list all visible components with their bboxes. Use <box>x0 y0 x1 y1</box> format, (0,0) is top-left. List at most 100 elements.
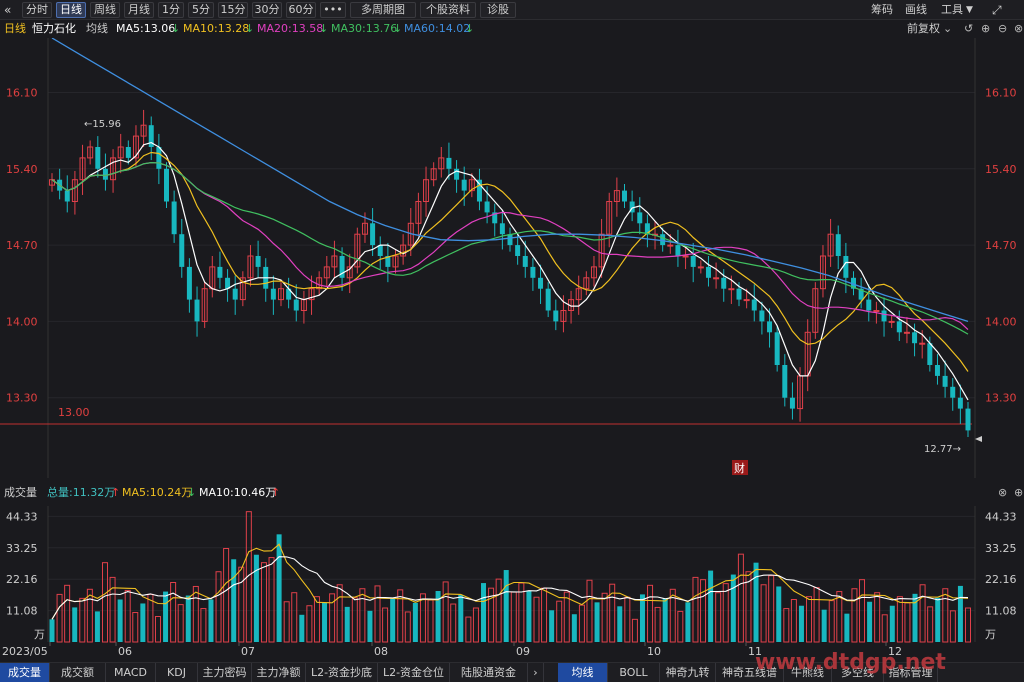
volume-ma10-arrow: ↑ <box>271 486 281 499</box>
chips-button[interactable]: 筹码 <box>871 0 893 20</box>
watermark-text: www.dtdgp.net <box>755 650 946 675</box>
price-chart[interactable]: 16.10 16.10 15.40 15.40 14.70 14.70 14.00 14.00… <box>0 38 1024 484</box>
date-label: 09 <box>516 645 530 658</box>
indicator-tab-4[interactable]: 主力密码 <box>198 663 252 682</box>
volume-unit-left: 万 <box>34 628 45 641</box>
volume-bar <box>935 597 941 642</box>
indicator-tab-2[interactable]: MACD <box>106 663 156 682</box>
volume-bar <box>336 584 343 643</box>
volume-bar <box>526 591 532 642</box>
volume-bar <box>291 592 298 643</box>
candle-body <box>461 179 467 191</box>
candle-body <box>484 201 490 213</box>
candle-body <box>622 190 627 202</box>
volume-bar <box>154 616 161 643</box>
volume-bar <box>753 562 759 642</box>
volume-title: 成交量 <box>4 486 37 499</box>
volume-close-icon[interactable]: ⊗ <box>998 484 1007 502</box>
chevron-down-icon[interactable]: ⌄ <box>943 20 952 38</box>
indicator-tab-7[interactable]: L2-资金仓位 <box>378 663 450 682</box>
overlay-tab-1[interactable]: BOLL <box>608 663 660 682</box>
tab-10[interactable]: 多周期图 <box>350 2 416 18</box>
tab-8[interactable]: 60分 <box>286 2 316 18</box>
candle-body <box>446 157 452 169</box>
zoom-out-icon[interactable]: ⊖ <box>998 20 1007 38</box>
candle-body <box>232 288 238 300</box>
volume-bar <box>192 585 199 643</box>
volume-bar <box>458 594 464 642</box>
price-label-right: 14.00 <box>985 315 1017 328</box>
volume-bar <box>223 548 230 643</box>
tab-1[interactable]: 日线 <box>56 2 86 18</box>
tab-4[interactable]: 1分 <box>158 2 184 18</box>
candle-body <box>538 277 544 289</box>
candle-body <box>759 310 765 322</box>
volume-bar <box>601 592 608 643</box>
volume-more-icon[interactable]: ⊕ <box>1014 484 1023 502</box>
volume-bar <box>140 603 146 642</box>
indicator-tab-8[interactable]: 陆股通资金 <box>450 663 528 682</box>
candle-body <box>789 397 795 409</box>
volume-info-bar: 成交量 总量:11.32万 ↑ MA5:10.24万 ↓ MA10:10.46万… <box>0 484 1024 502</box>
tools-button[interactable]: 工具 <box>941 0 963 20</box>
indicator-tab-3[interactable]: KDJ <box>156 663 198 682</box>
candle-body <box>835 234 841 256</box>
tab-0[interactable]: 分时 <box>22 2 52 18</box>
zoom-in-icon[interactable]: ⊕ <box>981 20 990 38</box>
candle-body <box>179 234 185 267</box>
volume-bar <box>760 584 767 643</box>
tab-9[interactable]: ••• <box>320 2 346 18</box>
volume-bar <box>549 610 555 642</box>
back-icon[interactable]: « <box>4 0 11 20</box>
volume-bar <box>306 605 313 643</box>
candle-body <box>125 147 131 158</box>
volume-bar <box>541 587 548 643</box>
volume-bar <box>200 608 207 643</box>
volume-bar <box>828 600 835 643</box>
more-indicators-icon[interactable]: › <box>528 663 544 682</box>
indicator-tab-6[interactable]: L2-资金抄底 <box>306 663 378 682</box>
volume-bar <box>556 600 563 643</box>
tab-2[interactable]: 周线 <box>90 2 120 18</box>
draw-line-button[interactable]: 画线 <box>905 0 927 20</box>
tab-3[interactable]: 月线 <box>124 2 154 18</box>
volume-bar <box>730 574 736 642</box>
volume-bar <box>654 606 661 643</box>
tab-6[interactable]: 15分 <box>218 2 248 18</box>
volume-bar <box>631 618 638 643</box>
undo-icon[interactable]: ↺ <box>964 20 973 38</box>
candle-body <box>697 266 704 269</box>
volume-bar <box>419 593 426 643</box>
volume-bar <box>503 570 509 642</box>
ma60-value: MA60:14.02 <box>404 22 471 35</box>
high-marker: ←15.96 <box>84 119 121 130</box>
volume-label-right: 22.16 <box>985 573 1017 586</box>
volume-bar <box>450 603 457 643</box>
indicator-tab-1[interactable]: 成交额 <box>50 663 106 682</box>
indicator-tab-0[interactable]: 成交量 <box>0 663 50 682</box>
overlay-tab-0[interactable]: 均线 <box>558 663 608 682</box>
overlay-tab-2[interactable]: 神奇九转 <box>660 663 716 682</box>
tab-11[interactable]: 个股资料 <box>420 2 476 18</box>
expand-icon[interactable]: ⤢ <box>992 0 1002 20</box>
avg-line-label[interactable]: 均线 <box>86 20 108 38</box>
volume-chart[interactable]: 44.33 44.33 33.25 33.25 22.16 22.16 11.08 11.08… <box>0 502 1024 662</box>
chevron-down-icon[interactable]: ▼ <box>966 0 973 20</box>
volume-bar <box>942 588 949 643</box>
volume-bar <box>56 593 63 643</box>
tab-7[interactable]: 30分 <box>252 2 282 18</box>
ma30-value: MA30:13.76 <box>331 22 398 35</box>
volume-bar <box>685 602 691 642</box>
adjust-button[interactable]: 前复权 <box>907 20 940 38</box>
candle-body <box>950 386 956 398</box>
ma5-value: MA5:13.06 <box>116 22 176 35</box>
volume-bar <box>253 554 259 642</box>
finance-badge-label[interactable]: 财 <box>734 461 745 475</box>
volume-bar <box>132 612 139 643</box>
tab-5[interactable]: 5分 <box>188 2 214 18</box>
tab-12[interactable]: 诊股 <box>480 2 516 18</box>
candle-body <box>912 332 918 344</box>
volume-bar <box>231 559 237 642</box>
indicator-tab-5[interactable]: 主力净额 <box>252 663 306 682</box>
close-icon[interactable]: ⊗ <box>1014 20 1023 38</box>
